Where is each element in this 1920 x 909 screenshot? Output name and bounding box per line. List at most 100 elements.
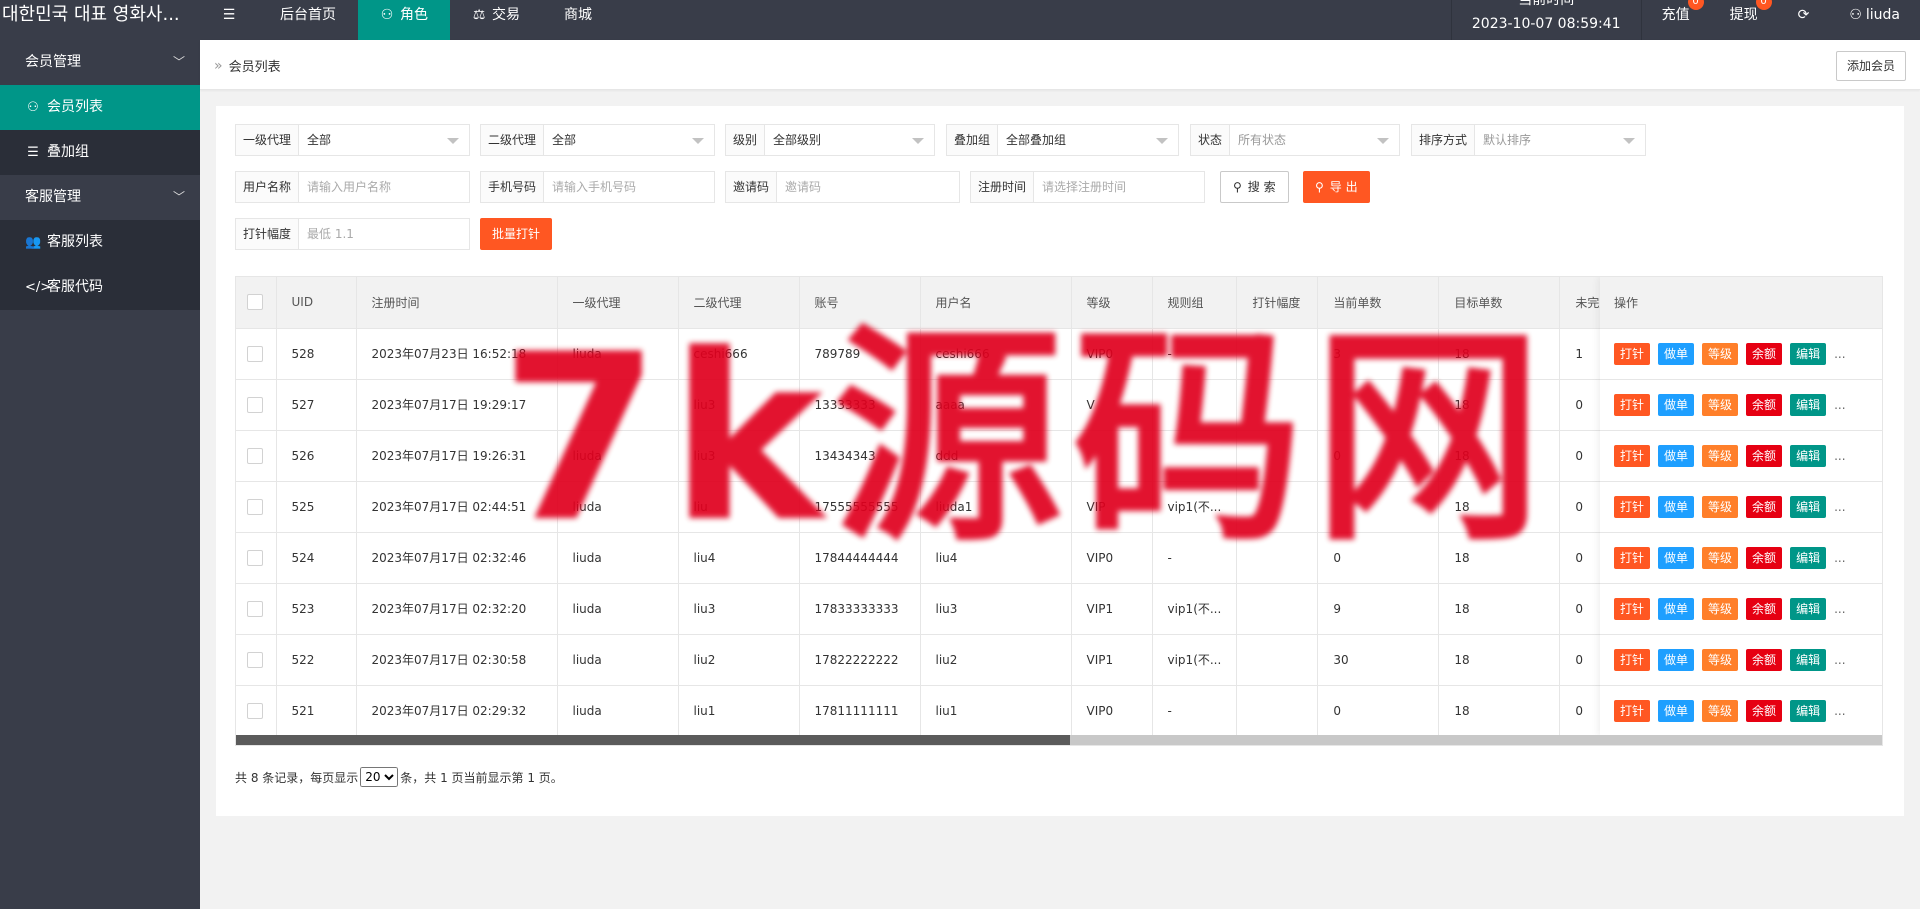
balance-button[interactable]: 余额 — [1746, 342, 1783, 365]
invite-input[interactable] — [785, 173, 959, 201]
inject-button[interactable]: 打针 — [1614, 393, 1651, 416]
balance-button[interactable]: 余额 — [1746, 546, 1783, 569]
recharge-button[interactable]: 充值 0 — [1642, 0, 1710, 40]
sidebar-item-cs-list[interactable]: 👥 客服列表 — [0, 220, 200, 265]
nav-home[interactable]: 后台首页 — [258, 0, 358, 40]
make-order-button[interactable]: 做单 — [1658, 444, 1695, 467]
level-button[interactable]: 等级 — [1702, 444, 1739, 467]
phone-input[interactable] — [552, 173, 714, 201]
level-button[interactable]: 等级 — [1702, 393, 1739, 416]
level-button[interactable]: 等级 — [1702, 699, 1739, 722]
range-input[interactable] — [307, 220, 469, 248]
more-icon[interactable]: ... — [1834, 398, 1845, 412]
level-button[interactable]: 等级 — [1702, 342, 1739, 365]
edit-button[interactable]: 编辑 — [1790, 393, 1827, 416]
search-button[interactable]: ⚲ 搜 索 — [1220, 171, 1289, 203]
edit-button[interactable]: 编辑 — [1790, 546, 1827, 569]
agent2-select[interactable]: 二级代理 全部 — [480, 124, 715, 156]
edit-button[interactable]: 编辑 — [1790, 648, 1827, 671]
balance-button[interactable]: 余额 — [1746, 444, 1783, 467]
row-checkbox[interactable] — [247, 345, 263, 362]
inject-button[interactable]: 打针 — [1614, 699, 1651, 722]
make-order-button[interactable]: 做单 — [1658, 342, 1695, 365]
balance-button[interactable]: 余额 — [1746, 495, 1783, 518]
top-header: 대한민국 대표 영화사... ☰ 后台首页 ⚇ 角色 ⚖ 交易 商城 当前时间 20… — [0, 0, 1920, 40]
make-order-button[interactable]: 做单 — [1658, 648, 1695, 671]
edit-button[interactable]: 编辑 — [1790, 699, 1827, 722]
sidebar-item-stack-group[interactable]: ☰ 叠加组 — [0, 130, 200, 175]
more-icon[interactable]: ... — [1834, 653, 1845, 667]
more-icon[interactable]: ... — [1834, 602, 1845, 616]
inject-button[interactable]: 打针 — [1614, 648, 1651, 671]
regtime-input[interactable] — [1042, 173, 1204, 201]
inject-button[interactable]: 打针 — [1614, 495, 1651, 518]
balance-button[interactable]: 余额 — [1746, 597, 1783, 620]
sort-select[interactable]: 排序方式 默认排序 — [1411, 124, 1646, 156]
more-icon[interactable]: ... — [1834, 347, 1845, 361]
row-checkbox[interactable] — [247, 549, 263, 566]
user-menu[interactable]: ⚇ liuda — [1829, 0, 1920, 40]
edit-button[interactable]: 编辑 — [1790, 444, 1827, 467]
make-order-button[interactable]: 做单 — [1658, 393, 1695, 416]
nav-trade[interactable]: ⚖ 交易 — [450, 0, 542, 40]
phone-field: 手机号码 — [480, 171, 715, 203]
sidebar-item-member-list[interactable]: ⚇ 会员列表 — [0, 85, 200, 130]
level-button[interactable]: 等级 — [1702, 648, 1739, 671]
nav-trade-label: 交易 — [492, 7, 520, 23]
select-all-checkbox[interactable] — [247, 294, 263, 311]
more-icon[interactable]: ... — [1834, 704, 1845, 718]
scrollbar-thumb[interactable] — [236, 735, 1070, 745]
row-checkbox[interactable] — [247, 600, 263, 617]
inject-button[interactable]: 打针 — [1614, 342, 1651, 365]
level-button[interactable]: 等级 — [1702, 495, 1739, 518]
inject-button[interactable]: 打针 — [1614, 444, 1651, 467]
horizontal-scrollbar[interactable] — [236, 735, 1882, 745]
more-icon[interactable]: ... — [1834, 551, 1845, 565]
page-size-select[interactable]: 20 — [360, 767, 399, 787]
inject-button[interactable]: 打针 — [1614, 597, 1651, 620]
nav-role[interactable]: ⚇ 角色 — [358, 0, 450, 40]
balance-button[interactable]: 余额 — [1746, 699, 1783, 722]
add-member-button[interactable]: 添加会员 — [1835, 51, 1906, 81]
status-select[interactable]: 状态 所有状态 — [1190, 124, 1400, 156]
sidebar-item-cs-code[interactable]: </> 客服代码 — [0, 265, 200, 310]
stack-select[interactable]: 叠加组 全部叠加组 — [946, 124, 1179, 156]
nav-mall[interactable]: 商城 — [542, 0, 614, 40]
withdraw-label: 提现 — [1729, 7, 1758, 23]
more-icon[interactable]: ... — [1834, 449, 1845, 463]
refresh-button[interactable]: ⟳ — [1778, 0, 1830, 40]
level-button[interactable]: 等级 — [1702, 597, 1739, 620]
make-order-button[interactable]: 做单 — [1658, 699, 1695, 722]
level-button[interactable]: 等级 — [1702, 546, 1739, 569]
export-button[interactable]: ⚲ 导 出 — [1303, 171, 1370, 203]
row-checkbox[interactable] — [247, 447, 263, 464]
balance-button[interactable]: 余额 — [1746, 393, 1783, 416]
table-header-row: UID 注册时间 一级代理 二级代理 账号 用户名 等级 规则组 打针幅度 当前… — [236, 277, 1642, 329]
agent1-select[interactable]: 一级代理 全部 — [235, 124, 470, 156]
row-checkbox[interactable] — [247, 702, 263, 719]
row-checkbox[interactable] — [247, 396, 263, 413]
inject-button[interactable]: 打针 — [1614, 546, 1651, 569]
edit-button[interactable]: 编辑 — [1790, 342, 1827, 365]
table-row: 525 2023年07月17日 02:44:51 liuda liu 175555555… — [236, 481, 1642, 533]
sidebar-group-cs[interactable]: 客服管理 ﹀ — [0, 175, 200, 220]
menu-toggle[interactable]: ☰ — [200, 0, 258, 40]
level-select[interactable]: 级别 全部级别 — [725, 124, 935, 156]
make-order-button[interactable]: 做单 — [1658, 546, 1695, 569]
row-select-cell — [236, 685, 277, 737]
range-field: 打针幅度 — [235, 218, 470, 250]
edit-button[interactable]: 编辑 — [1790, 495, 1827, 518]
edit-button[interactable]: 编辑 — [1790, 597, 1827, 620]
row-checkbox[interactable] — [247, 651, 263, 668]
username-input[interactable] — [307, 173, 469, 201]
col-uid: UID — [276, 277, 357, 329]
make-order-button[interactable]: 做单 — [1658, 597, 1695, 620]
more-icon[interactable]: ... — [1834, 500, 1845, 514]
row-checkbox[interactable] — [247, 498, 263, 515]
balance-button[interactable]: 余额 — [1746, 648, 1783, 671]
make-order-button[interactable]: 做单 — [1658, 495, 1695, 518]
withdraw-button[interactable]: 提现 0 — [1710, 0, 1778, 40]
sidebar-group-members[interactable]: 会员管理 ﹀ — [0, 40, 200, 85]
cell-rulegroup: - — [1152, 685, 1238, 737]
batch-inject-button[interactable]: 批量打针 — [480, 218, 553, 250]
